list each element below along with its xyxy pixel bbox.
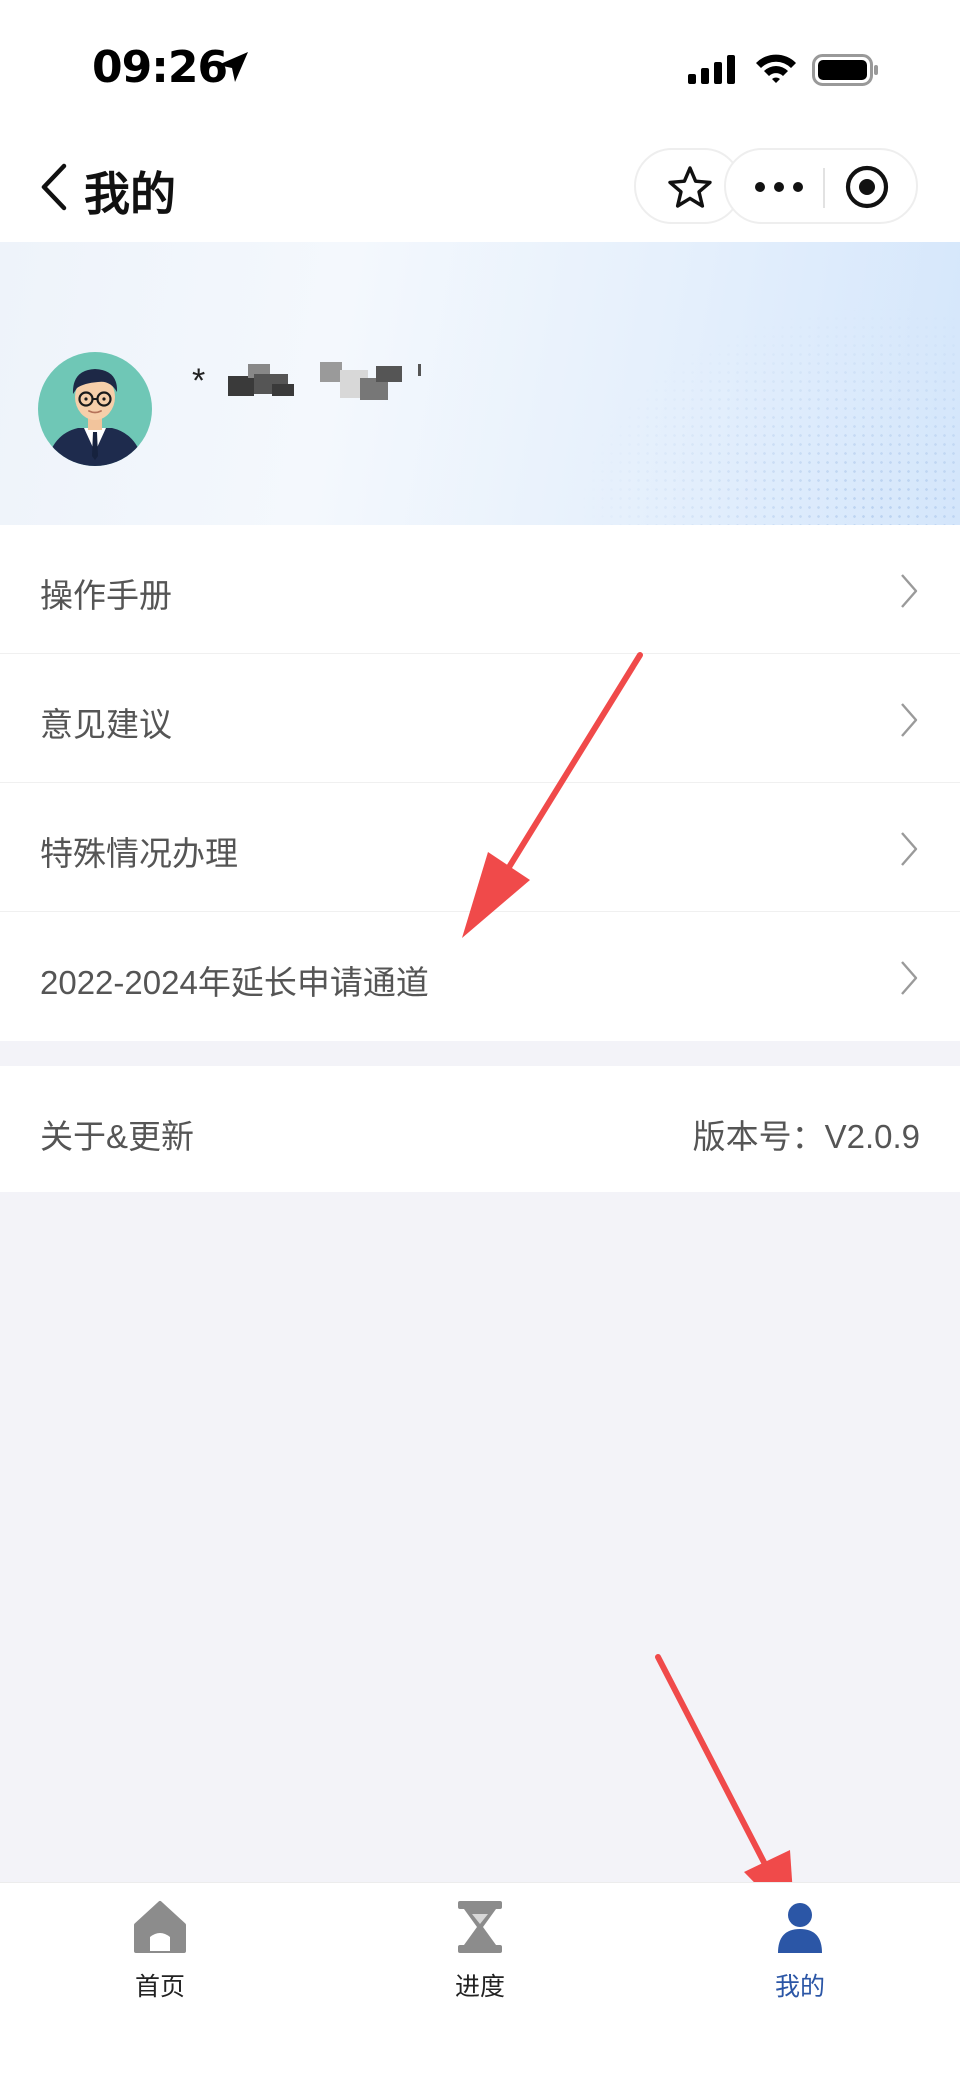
cellular-signal-icon [688,55,735,84]
tab-progress[interactable]: 进度 [320,1883,640,2013]
about-label: 关于&更新 [40,1118,195,1155]
tab-mine[interactable]: 我的 [640,1883,960,2013]
chevron-right-icon [901,703,918,737]
chevron-right-icon [901,961,918,995]
menu-item-special-cases[interactable]: 特殊情况办理 [0,783,960,912]
menu-item-label: 意见建议 [40,706,172,743]
back-icon[interactable] [38,162,70,212]
dot-pattern [580,305,960,525]
pixelated-name [228,360,428,408]
tab-home[interactable]: 首页 [0,1883,320,2013]
target-icon[interactable] [844,164,890,210]
tab-label: 首页 [134,1973,185,2001]
tab-label: 进度 [454,1973,505,2001]
status-bar: 09:26 [0,0,960,130]
avatar[interactable] [38,352,152,466]
menu-list: 操作手册 意见建议 特殊情况办理 2022-2024年延长申请通道 [0,525,960,1041]
battery-icon [812,54,878,86]
status-time: 09:26 [92,42,228,93]
nav-bar: 我的 [0,130,960,242]
capsule-divider [823,168,825,208]
version-text: 版本号：V2.0.9 [692,1118,920,1155]
more-icon[interactable] [754,180,804,194]
person-icon [778,1903,822,1953]
tab-bar: 首页 进度 我的 [0,1882,960,2081]
menu-item-label: 操作手册 [40,577,172,614]
star-icon [668,166,712,208]
tab-label: 我的 [774,1973,825,2001]
mini-program-capsule [724,148,918,224]
home-icon [134,1901,186,1953]
menu-item-label: 2022-2024年延长申请通道 [40,964,429,1001]
menu-item-manual[interactable]: 操作手册 [0,525,960,654]
wifi-icon [756,54,796,83]
user-name: * [192,362,208,400]
menu-item-label: 特殊情况办理 [40,835,238,872]
profile-header: * [0,242,960,525]
chevron-right-icon [901,574,918,608]
about-update-row[interactable]: 关于&更新 版本号：V2.0.9 [0,1066,960,1192]
location-arrow-icon [218,52,248,82]
menu-item-feedback[interactable]: 意见建议 [0,654,960,783]
page-title: 我的 [84,167,176,221]
hourglass-icon [458,1901,502,1953]
chevron-right-icon [901,832,918,866]
menu-item-extension-channel[interactable]: 2022-2024年延长申请通道 [0,912,960,1041]
